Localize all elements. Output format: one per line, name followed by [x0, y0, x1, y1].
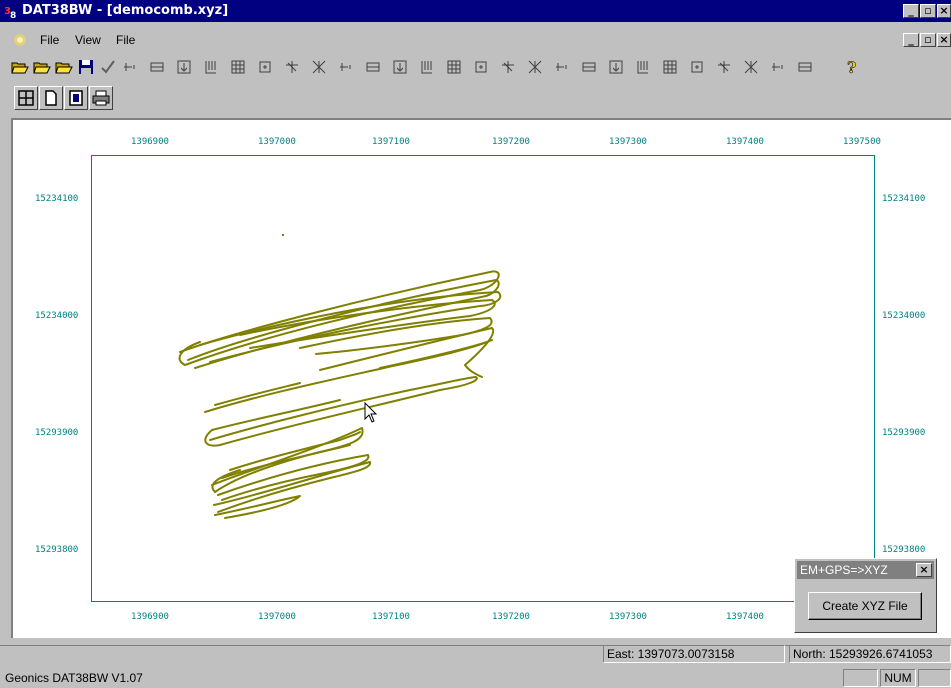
status-panel: [918, 669, 951, 687]
track-line: [214, 382, 301, 406]
status-bar: Geonics DAT38BW V1.07 NUM: [0, 667, 951, 688]
east-coordinate: East: 1397073.0073158: [603, 645, 785, 663]
status-panel: [843, 669, 878, 687]
north-coordinate: North: 15293926.6741053: [789, 645, 951, 663]
track-point: [282, 234, 284, 236]
mouse-cursor-icon: [364, 402, 378, 423]
create-xyz-file-button[interactable]: Create XYZ File: [808, 592, 922, 620]
num-lock-indicator: NUM: [880, 669, 916, 687]
dialog-close-button[interactable]: ×: [916, 563, 932, 577]
track-line: [319, 327, 495, 378]
dialog-title: EM+GPS=>XYZ: [797, 561, 934, 579]
track-line: [213, 461, 372, 513]
status-text: Geonics DAT38BW V1.07: [5, 671, 143, 685]
em-gps-xyz-dialog: EM+GPS=>XYZ × Create XYZ File: [794, 558, 937, 633]
track-line: [204, 376, 478, 447]
